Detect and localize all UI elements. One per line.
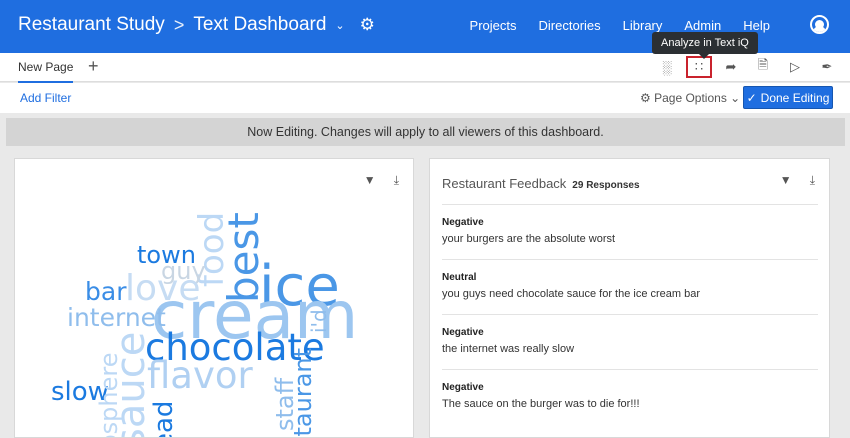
done-editing-label: Done Editing	[760, 90, 830, 105]
filter-icon[interactable]: ▼	[780, 173, 792, 188]
response-count: 29 Responses	[572, 180, 640, 191]
word: flavor	[147, 354, 253, 397]
word: love	[125, 268, 201, 309]
nav-directories[interactable]: Directories	[539, 18, 601, 33]
word-cloud-widget: ▼ ⤓ food best ice cream town guy love bar…	[14, 158, 414, 438]
list-item: Negative The sauce on the burger was to d…	[442, 369, 818, 424]
top-nav: Projects Directories Library Admin Help	[470, 18, 770, 33]
page-options-label: Page Options	[654, 91, 727, 105]
theme-brush-icon[interactable]: ✒	[816, 58, 838, 76]
page-tabs-bar: New Page + ░ ∷ ➦ 🗎 ▷ ✒	[0, 53, 850, 83]
word: staurant	[289, 347, 317, 438]
share-icon[interactable]: ➦	[720, 58, 742, 76]
nav-help[interactable]: Help	[743, 18, 770, 33]
sentiment-label: Negative	[442, 382, 484, 393]
feedback-widget: Restaurant Feedback 29 Responses ▼ ⤓ Negat…	[429, 158, 830, 438]
nav-admin[interactable]: Admin	[684, 18, 721, 33]
gear-icon[interactable]: ⚙	[360, 15, 375, 35]
list-item: Negative your burgers are the absolute wo…	[442, 204, 818, 259]
word: osphere	[95, 352, 123, 438]
add-filter-link[interactable]: Add Filter	[20, 91, 71, 105]
response-text: The sauce on the burger was to die for!!…	[442, 398, 640, 410]
download-icon[interactable]: ⤓	[810, 173, 815, 188]
page-options-button[interactable]: ⚙ Page Options ⌄	[640, 91, 740, 105]
bar-chart-icon[interactable]: ░	[656, 58, 678, 76]
done-editing-button[interactable]: ✓ Done Editing	[743, 86, 833, 109]
toolbar: ░ ∷ ➦ 🗎 ▷ ✒	[656, 56, 838, 78]
add-page-button[interactable]: +	[88, 56, 99, 77]
response-list: Negative your burgers are the absolute wo…	[442, 204, 818, 424]
nav-projects[interactable]: Projects	[470, 18, 517, 33]
editing-banner: Now Editing. Changes will apply to all v…	[6, 118, 845, 146]
word: ead	[149, 400, 179, 438]
widget-title: Restaurant Feedback	[442, 176, 567, 191]
download-icon[interactable]: ⤓	[394, 173, 399, 188]
breadcrumb: Restaurant Study > Text Dashboard ⌄ ⚙	[18, 14, 375, 36]
sentiment-label: Negative	[442, 327, 484, 338]
export-icon[interactable]: 🗎	[752, 57, 774, 76]
gear-icon: ⚙	[640, 91, 651, 105]
text-iq-icon[interactable]: ∷	[686, 56, 712, 78]
project-link[interactable]: Restaurant Study	[18, 14, 165, 36]
response-text: your burgers are the absolute worst	[442, 233, 616, 245]
chevron-down-icon: ⌄	[730, 91, 741, 105]
sentiment-label: Negative	[442, 217, 484, 228]
list-item: Negative the internet was really slow	[442, 314, 818, 369]
check-icon: ✓	[746, 90, 757, 105]
tooltip: Analyze in Text iQ	[652, 32, 758, 59]
list-item: Neutral you guys need chocolate sauce for…	[442, 259, 818, 314]
sentiment-label: Neutral	[442, 272, 477, 283]
tab-new-page[interactable]: New Page	[18, 60, 74, 83]
word: bar	[85, 277, 127, 306]
user-avatar-icon[interactable]	[810, 15, 829, 34]
preview-icon[interactable]: ▷	[784, 58, 806, 76]
breadcrumb-separator: >	[173, 14, 185, 35]
dashboard-title[interactable]: Text Dashboard	[193, 14, 326, 36]
filter-bar: Add Filter ⚙ Page Options ⌄ ✓ Done Editin…	[0, 83, 850, 113]
filter-icon[interactable]: ▼	[364, 173, 376, 188]
response-text: the internet was really slow	[442, 343, 575, 355]
chevron-down-icon[interactable]: ⌄	[335, 19, 344, 32]
word: i'd	[307, 309, 331, 333]
response-text: you guys need chocolate sauce for the ic…	[442, 288, 701, 300]
nav-library[interactable]: Library	[623, 18, 663, 33]
